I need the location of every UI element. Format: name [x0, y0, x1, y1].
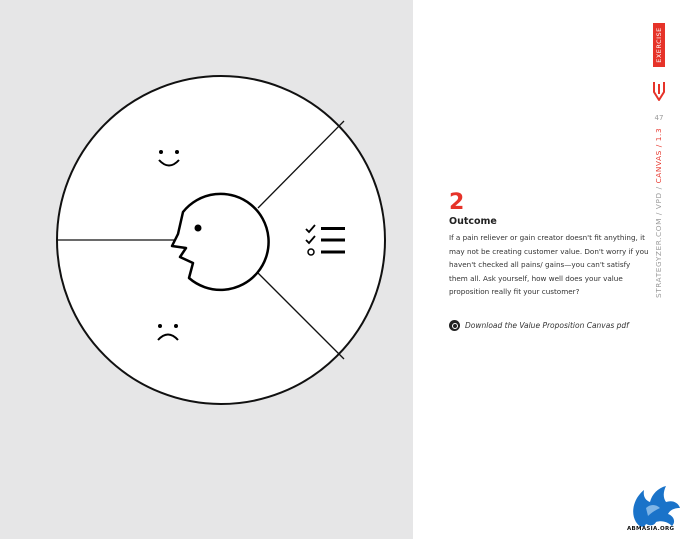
pencil-icon: [653, 82, 665, 101]
logo-text: ABMASIA.ORG: [627, 526, 675, 532]
profile-eye: [194, 224, 202, 232]
page-number: 47: [654, 114, 664, 122]
download-link-label[interactable]: Download the Value Proposition Canvas pd…: [465, 321, 629, 330]
step-number: 2: [449, 190, 465, 215]
exercise-tab: EXERCISE: [653, 23, 665, 67]
breadcrumb-prefix[interactable]: STRATEGYZER.COM / VPD /: [654, 183, 663, 298]
download-canvas-link[interactable]: Download the Value Proposition Canvas pd…: [449, 320, 629, 331]
breadcrumb: STRATEGYZER.COM / VPD / CANVAS / 1.3: [654, 128, 663, 298]
download-icon: [449, 320, 460, 331]
exercise-tab-label: EXERCISE: [655, 27, 663, 63]
step-description: If a pain reliever or gain creator doesn…: [449, 233, 649, 297]
customer-profile-canvas: [56, 75, 386, 405]
step-title: Outcome: [449, 216, 497, 227]
breadcrumb-section[interactable]: CANVAS / 1.3: [654, 128, 663, 184]
